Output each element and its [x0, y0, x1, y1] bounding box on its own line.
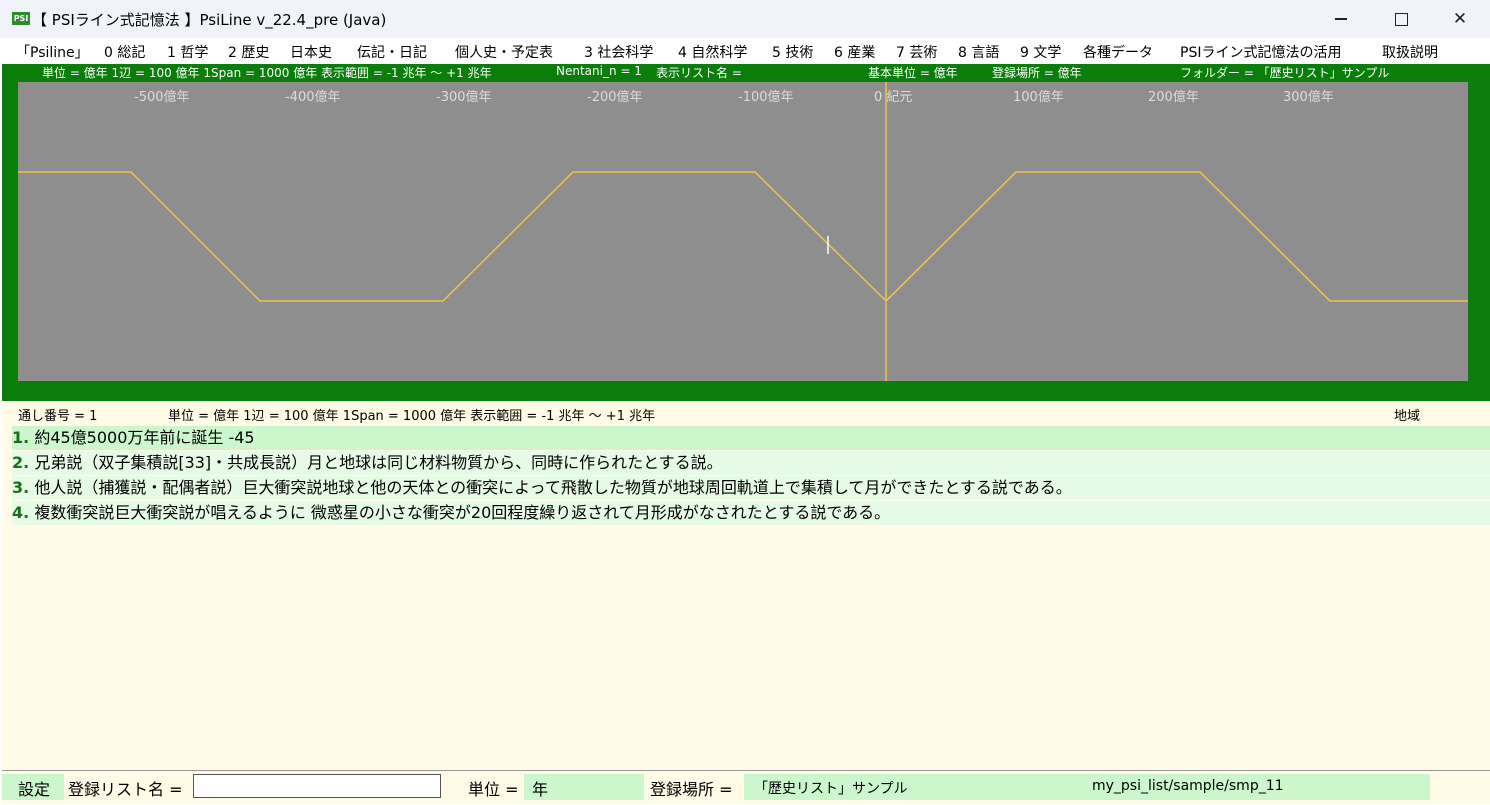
- list-item[interactable]: 3. 他人説（捕獲説・配偶者説）巨大衝突説地球と他の天体との衝突によって飛散した…: [12, 476, 1490, 500]
- item-text: 約45億5000万年前に誕生 -45: [34, 428, 255, 447]
- item-number: 4.: [12, 503, 30, 522]
- timeline-panel: 単位 = 億年 1辺 = 100 億年 1Span = 1000 億年 表示範囲…: [2, 64, 1490, 401]
- maximize-icon: [1394, 12, 1408, 26]
- timeline-nentani: Nentani_n = 1: [556, 64, 642, 78]
- window-title: 【 PSIライン式記憶法 】PsiLine v_22.4_pre (Java): [32, 11, 387, 29]
- info-panel: 通し番号 = 1 単位 = 億年 1辺 = 100 億年 1Span = 100…: [2, 401, 1490, 770]
- title-bar: PSI 【 PSIライン式記憶法 】PsiLine v_22.4_pre (Ja…: [0, 0, 1490, 39]
- unit-value: 年: [532, 780, 549, 799]
- status-bar: 設定 登録リスト名 = 単位 = 年 登録場所 = 「歴史リスト」サンプル my…: [2, 770, 1490, 804]
- menu-biography[interactable]: 伝記・日記: [357, 42, 427, 62]
- item-number: 3.: [12, 478, 30, 497]
- list-path: my_psi_list/sample/smp_11: [1092, 778, 1284, 794]
- minimize-button[interactable]: [1312, 0, 1370, 38]
- menu-bar: 「Psiline」 0 総記 1 哲学 2 歴史 日本史 伝記・日記 個人史・予…: [0, 38, 1490, 64]
- menu-philosophy[interactable]: 1 哲学: [167, 42, 208, 62]
- menu-industry[interactable]: 6 産業: [834, 42, 875, 62]
- timeline-display-list: 表示リスト名 =: [656, 66, 742, 80]
- unit-label: 単位 =: [468, 780, 519, 799]
- app-icon: PSI: [12, 12, 30, 25]
- menu-natural[interactable]: 4 自然科学: [678, 42, 747, 62]
- close-button[interactable]: ✕: [1431, 0, 1489, 38]
- timeline-header: 単位 = 億年 1辺 = 100 億年 1Span = 1000 億年 表示範囲…: [2, 64, 1490, 80]
- item-text: 兄弟説（双子集積説[33]・共成長説）月と地球は同じ材料物質から、同時に作られた…: [34, 453, 723, 472]
- item-number: 1.: [12, 428, 30, 447]
- timeline-folder: フォルダー = 「歴史リスト」サンプル: [1180, 66, 1390, 80]
- item-text: 他人説（捕獲説・配偶者説）巨大衝突説地球と他の天体との衝突によって飛散した物質が…: [34, 478, 1072, 497]
- psi-wave-line: [18, 171, 1468, 303]
- info-unit: 単位 = 億年 1辺 = 100 億年 1Span = 1000 億年 表示範囲…: [168, 409, 656, 424]
- list-name-input[interactable]: [193, 774, 441, 798]
- menu-history[interactable]: 2 歴史: [228, 42, 269, 62]
- item-text: 複数衝突説巨大衝突説が唱えるように 微惑星の小さな衝突が20回程度繰り返されて月…: [34, 503, 891, 522]
- close-icon: ✕: [1452, 9, 1468, 29]
- menu-arts[interactable]: 7 芸術: [896, 42, 937, 62]
- item-number: 2.: [12, 453, 30, 472]
- menu-data[interactable]: 各種データ: [1083, 42, 1153, 62]
- timeline-plot[interactable]: -500億年 -400億年 -300億年 -200億年 -100億年 0 紀元 100億年 2…: [18, 82, 1468, 381]
- timeline-unit: 単位 = 億年 1辺 = 100 億年 1Span = 1000 億年 表示範囲…: [42, 66, 492, 80]
- menu-literature[interactable]: 9 文学: [1020, 42, 1061, 62]
- menu-general[interactable]: 0 総記: [104, 42, 145, 62]
- menu-social[interactable]: 3 社会科学: [584, 42, 653, 62]
- settings-button[interactable]: 設定: [18, 776, 50, 800]
- list-name-label: 登録リスト名 =: [68, 780, 183, 799]
- menu-manual[interactable]: 取扱説明: [1382, 42, 1438, 62]
- serial-number: 通し番号 = 1: [18, 409, 98, 424]
- menu-japan-history[interactable]: 日本史: [290, 42, 332, 62]
- timeline-base-unit: 基本単位 = 億年: [868, 66, 958, 80]
- menu-technology[interactable]: 5 技術: [772, 42, 813, 62]
- menu-personal[interactable]: 個人史・予定表: [455, 42, 553, 62]
- menu-psiline[interactable]: 「Psiline」: [16, 42, 89, 62]
- place-value: 「歴史リスト」サンプル: [754, 781, 908, 797]
- timeline-reg-place: 登録場所 = 億年: [992, 66, 1082, 80]
- maximize-button[interactable]: [1372, 0, 1430, 38]
- menu-language[interactable]: 8 言語: [958, 42, 999, 62]
- list-item[interactable]: 4. 複数衝突説巨大衝突説が唱えるように 微惑星の小さな衝突が20回程度繰り返さ…: [12, 501, 1490, 525]
- region-label: 地域: [1394, 409, 1421, 424]
- menu-usage[interactable]: PSIライン式記憶法の活用: [1180, 42, 1341, 62]
- list-item[interactable]: 1. 約45億5000万年前に誕生 -45: [12, 426, 1490, 450]
- list-item[interactable]: 2. 兄弟説（双子集積説[33]・共成長説）月と地球は同じ材料物質から、同時に作…: [12, 451, 1490, 475]
- timeline-svg: [18, 82, 1468, 381]
- place-label: 登録場所 =: [650, 780, 733, 799]
- minimize-icon: [1335, 18, 1347, 20]
